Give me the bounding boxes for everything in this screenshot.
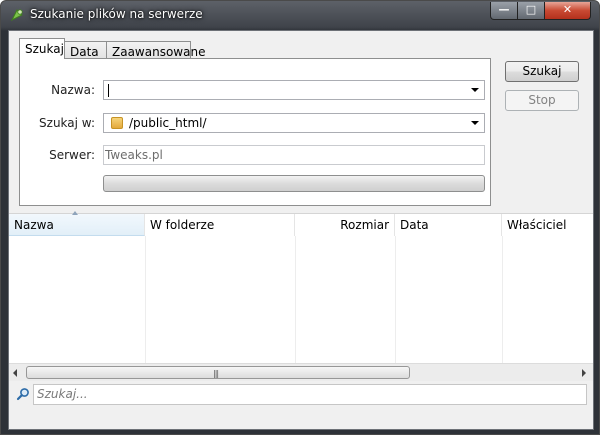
column-divider (295, 236, 296, 364)
close-icon: ✕ (562, 3, 573, 16)
tab-szukaj[interactable]: Szukaj (19, 38, 65, 59)
server-field[interactable]: Tweaks.pl (103, 145, 485, 165)
maximize-icon: □ (525, 3, 537, 16)
stop-button[interactable]: Stop (505, 90, 579, 111)
dialog-client-area: Szukaj Data Zaawansowane Nazwa: Szukaj w… (8, 30, 594, 430)
tab-data[interactable]: Data (64, 41, 107, 59)
name-label: Nazwa: (51, 83, 95, 97)
folder-icon (111, 117, 123, 129)
column-header-name[interactable]: Nazwa (9, 211, 145, 236)
search-button[interactable]: Szukaj (505, 61, 579, 82)
title-bar[interactable]: Szukanie plików na serwerze — □ ✕ (1, 1, 599, 29)
search-in-combobox[interactable]: /public_html/ (103, 113, 485, 133)
chevron-down-icon[interactable] (471, 88, 479, 92)
column-header-date[interactable]: Data (395, 214, 502, 236)
search-files-window: Szukanie plików na serwerze — □ ✕ Szukaj… (0, 0, 600, 435)
scroll-left-icon[interactable] (13, 369, 17, 377)
app-icon (10, 9, 23, 22)
grip-icon: ||| (213, 369, 219, 378)
search-progress-bar (103, 175, 485, 192)
minimize-icon: — (498, 3, 510, 16)
column-divider (395, 236, 396, 364)
server-value: Tweaks.pl (105, 148, 163, 162)
results-list[interactable]: Nazwa W folderze Rozmiar Data Właściciel (9, 211, 593, 364)
sort-ascending-icon (72, 211, 78, 215)
column-header-folder[interactable]: W folderze (145, 214, 295, 236)
text-caret (108, 84, 109, 97)
tab-zaawansowane[interactable]: Zaawansowane (106, 41, 205, 59)
scroll-right-icon[interactable] (582, 369, 586, 377)
horizontal-scrollbar[interactable]: ||| (9, 363, 593, 381)
column-divider (502, 236, 503, 364)
column-header-size[interactable]: Rozmiar (295, 214, 395, 236)
magnifier-icon (16, 388, 29, 401)
server-label: Serwer: (49, 148, 95, 162)
filter-search-input[interactable]: Szukaj... (33, 384, 587, 405)
search-in-value: /public_html/ (129, 116, 207, 130)
name-combobox[interactable] (103, 80, 485, 100)
window-title: Szukanie plików na serwerze (30, 7, 203, 21)
scrollbar-thumb[interactable]: ||| (26, 366, 410, 379)
search-tab-panel: Nazwa: Szukaj w: /public_html/ Serwer: T… (19, 58, 491, 206)
maximize-button[interactable]: □ (517, 2, 545, 20)
column-header-owner[interactable]: Właściciel (502, 214, 593, 236)
column-divider (145, 236, 146, 364)
filter-placeholder: Szukaj... (37, 387, 88, 401)
close-button[interactable]: ✕ (544, 2, 591, 20)
search-in-label: Szukaj w: (39, 116, 95, 130)
column-header-name-label: Nazwa (14, 218, 54, 232)
chevron-down-icon[interactable] (471, 121, 479, 125)
minimize-button[interactable]: — (490, 2, 518, 20)
